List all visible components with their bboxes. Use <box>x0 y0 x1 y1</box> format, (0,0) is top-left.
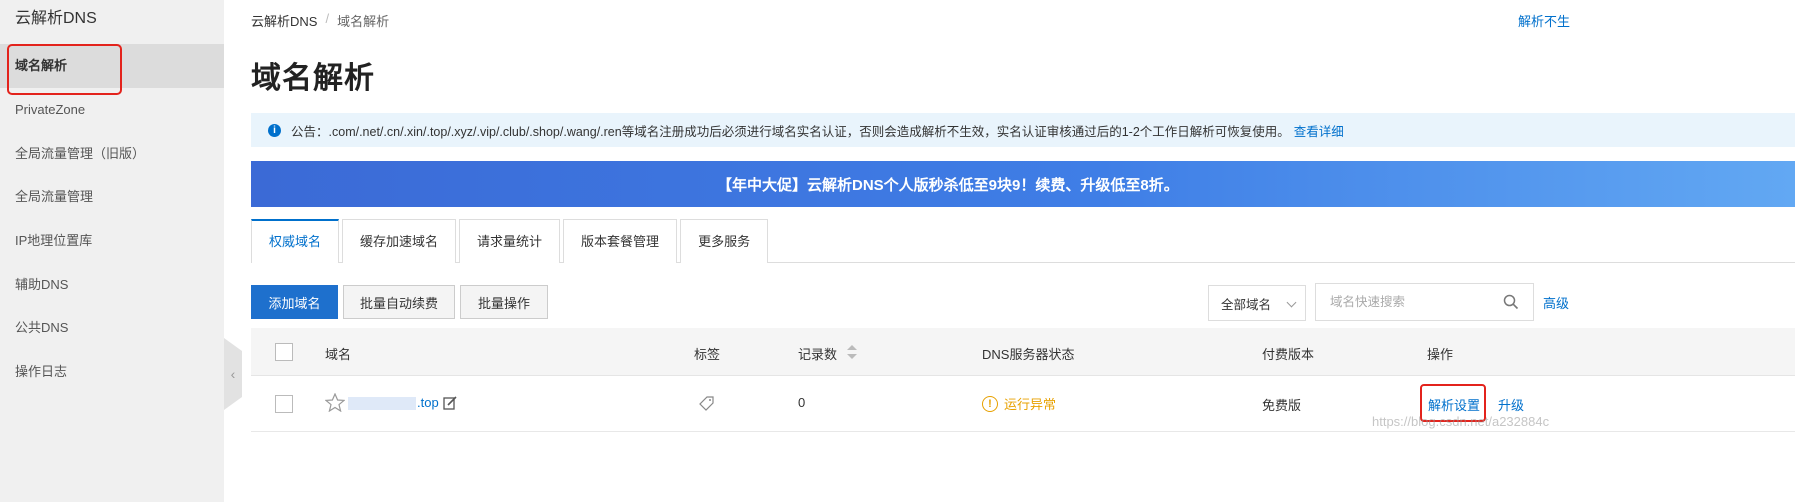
chevron-down-icon <box>1286 297 1297 308</box>
column-header-domain: 域名 <box>325 347 352 362</box>
notice-bar: i 公告： .com/.net/.cn/.xin/.top/.xyz/.vip/… <box>251 113 1795 147</box>
plan-version: 免费版 <box>1262 398 1302 413</box>
tag-icon[interactable] <box>699 396 714 411</box>
domain-name-link[interactable]: .top <box>417 395 439 410</box>
select-all-checkbox[interactable] <box>275 343 293 361</box>
annotation-highlight-box <box>7 44 122 95</box>
notice-details-link[interactable]: 查看详细 <box>1294 121 1344 140</box>
tab-authoritative-domains[interactable]: 权威域名 <box>251 219 340 263</box>
help-link[interactable]: 解析不生 <box>1518 11 1570 30</box>
sidebar-title: 云解析DNS <box>15 10 97 27</box>
row-checkbox[interactable] <box>275 395 293 413</box>
search-icon[interactable] <box>1503 294 1519 310</box>
edit-icon[interactable] <box>443 396 457 410</box>
column-header-tag: 标签 <box>694 347 721 362</box>
sidebar-item-gtm[interactable]: 全局流量管理 <box>0 175 224 219</box>
domain-search-input[interactable] <box>1316 284 1496 320</box>
record-count: 0 <box>798 395 806 410</box>
tab-cache-acceleration[interactable]: 缓存加速域名 <box>342 219 457 263</box>
tab-bar: 权威域名 缓存加速域名 请求量统计 版本套餐管理 更多服务 <box>251 219 771 263</box>
batch-operation-button[interactable]: 批量操作 <box>460 285 548 319</box>
sidebar: 云解析DNS 域名解析 PrivateZone 全局流量管理（旧版） 全局流量管… <box>0 0 224 502</box>
chevron-left-icon: ‹ <box>230 366 236 382</box>
add-domain-button[interactable]: 添加域名 <box>251 285 338 319</box>
column-header-operations: 操作 <box>1427 347 1454 362</box>
masked-domain-name <box>348 397 416 410</box>
column-header-plan: 付费版本 <box>1262 347 1315 362</box>
promo-banner-text: 【年中大促】云解析DNS个人版秒杀低至9块9！续费、升级低至8折。 <box>717 176 1179 194</box>
breadcrumb-separator: / <box>325 11 330 26</box>
notice-text: .com/.net/.cn/.xin/.top/.xyz/.vip/.club/… <box>328 124 1290 139</box>
tab-plan-management[interactable]: 版本套餐管理 <box>563 219 678 263</box>
promo-banner[interactable]: 【年中大促】云解析DNS个人版秒杀低至9块9！续费、升级低至8折。 <box>251 161 1795 207</box>
resolve-settings-link[interactable]: 解析设置 <box>1428 395 1480 414</box>
warning-icon: ! <box>982 395 998 412</box>
info-icon: i <box>268 123 281 137</box>
sidebar-item-operation-log[interactable]: 操作日志 <box>0 350 224 394</box>
domain-filter-value: 全部域名 <box>1221 297 1272 312</box>
table-header: 域名 标签 记录数 DNS服务器状态 付费版本 操作 <box>251 328 1795 376</box>
breadcrumb-current: 域名解析 <box>337 14 390 29</box>
star-icon[interactable] <box>325 393 345 412</box>
column-header-records[interactable]: 记录数 <box>798 344 837 363</box>
breadcrumb: 云解析DNS / 域名解析 <box>251 11 389 30</box>
sidebar-collapse-handle[interactable]: ‹ <box>224 338 242 410</box>
sidebar-item-ip-geo[interactable]: IP地理位置库 <box>0 219 224 263</box>
batch-auto-renew-button[interactable]: 批量自动续费 <box>343 285 455 319</box>
sidebar-item-gtm-legacy[interactable]: 全局流量管理（旧版） <box>0 132 224 176</box>
upgrade-link[interactable]: 升级 <box>1498 395 1524 414</box>
sidebar-item-public-dns[interactable]: 公共DNS <box>0 306 224 350</box>
tab-more-services[interactable]: 更多服务 <box>680 219 769 263</box>
domain-search-box <box>1315 283 1534 321</box>
advanced-search-link[interactable]: 高级 <box>1543 293 1569 312</box>
dns-status: ! 运行异常 <box>982 394 1056 413</box>
dns-status-text: 运行异常 <box>1004 397 1057 412</box>
column-header-dns-status: DNS服务器状态 <box>982 347 1075 362</box>
notice-prefix: 公告： <box>291 124 329 139</box>
domain-filter-select[interactable]: 全部域名 <box>1208 285 1306 321</box>
page-title: 域名解析 <box>251 62 375 95</box>
sort-icon[interactable] <box>847 345 857 359</box>
breadcrumb-root[interactable]: 云解析DNS <box>251 11 317 30</box>
sidebar-item-secondary-dns[interactable]: 辅助DNS <box>0 263 224 307</box>
tab-request-stats[interactable]: 请求量统计 <box>459 219 561 263</box>
app-root: 云解析DNS 域名解析 PrivateZone 全局流量管理（旧版） 全局流量管… <box>0 0 1795 502</box>
watermark: https://blog.csdn.net/a232884c <box>1372 414 1550 429</box>
